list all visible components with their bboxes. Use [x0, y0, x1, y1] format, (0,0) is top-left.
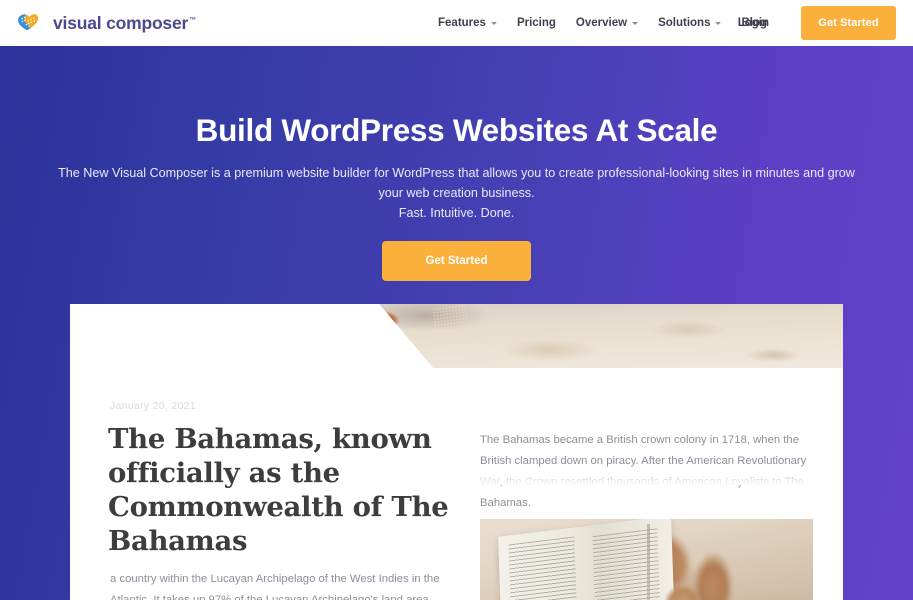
nav-item-pricing[interactable]: Pricing — [507, 17, 566, 29]
nav-item-features[interactable]: Features — [428, 17, 507, 29]
nav-label-solutions: Solutions — [658, 17, 711, 29]
article-inline-image — [480, 519, 813, 600]
visual-composer-logo-icon — [16, 11, 44, 35]
header-actions: Login Get Started — [738, 0, 913, 46]
hero-get-started-button[interactable]: Get Started — [382, 241, 531, 281]
hero-section: Build WordPress Websites At Scale The Ne… — [0, 46, 913, 600]
site-header: visual composer™ Features Pricing Overvi… — [0, 0, 913, 46]
article-date: January 20, 2021 — [110, 400, 196, 412]
banner-figure-layer — [379, 304, 418, 334]
inline-image-hand — [653, 581, 714, 600]
nav-label-pricing: Pricing — [516, 17, 556, 29]
hero-subtitle: The New Visual Composer is a premium web… — [58, 166, 855, 220]
nav-item-overview[interactable]: Overview — [566, 17, 648, 29]
inline-image-book-spine — [646, 523, 650, 600]
article-headline: The Bahamas, known officially as the Com… — [108, 423, 449, 557]
chevron-down-icon — [490, 21, 497, 25]
nav-label-overview: Overview — [575, 17, 628, 29]
brand-logo[interactable]: visual composer™ — [16, 11, 196, 35]
article-right-column: The Bahamas became a British crown colon… — [480, 430, 810, 514]
main-navigation: Features Pricing Overview Solutions Blog — [428, 0, 777, 46]
article-lede: a country within the Lucayan Archipelago… — [110, 573, 440, 600]
brand-name: visual composer™ — [53, 13, 196, 34]
banner-texture-layer — [432, 304, 469, 328]
article-preview-card: January 20, 2021 The Bahamas, known offi… — [70, 304, 843, 600]
chevron-down-icon — [715, 21, 722, 25]
nav-label-features: Features — [438, 17, 486, 29]
brand-name-text: visual composer — [53, 12, 189, 33]
trademark-symbol: ™ — [189, 16, 196, 24]
article-banner-image — [379, 304, 843, 368]
hero-title: Build WordPress Websites At Scale — [195, 112, 718, 148]
chevron-down-icon — [632, 21, 639, 25]
article-right-paragraph: The Bahamas became a British crown colon… — [480, 434, 807, 509]
login-link[interactable]: Login — [738, 17, 769, 29]
nav-item-solutions[interactable]: Solutions — [648, 17, 731, 29]
header-get-started-button[interactable]: Get Started — [801, 6, 896, 40]
